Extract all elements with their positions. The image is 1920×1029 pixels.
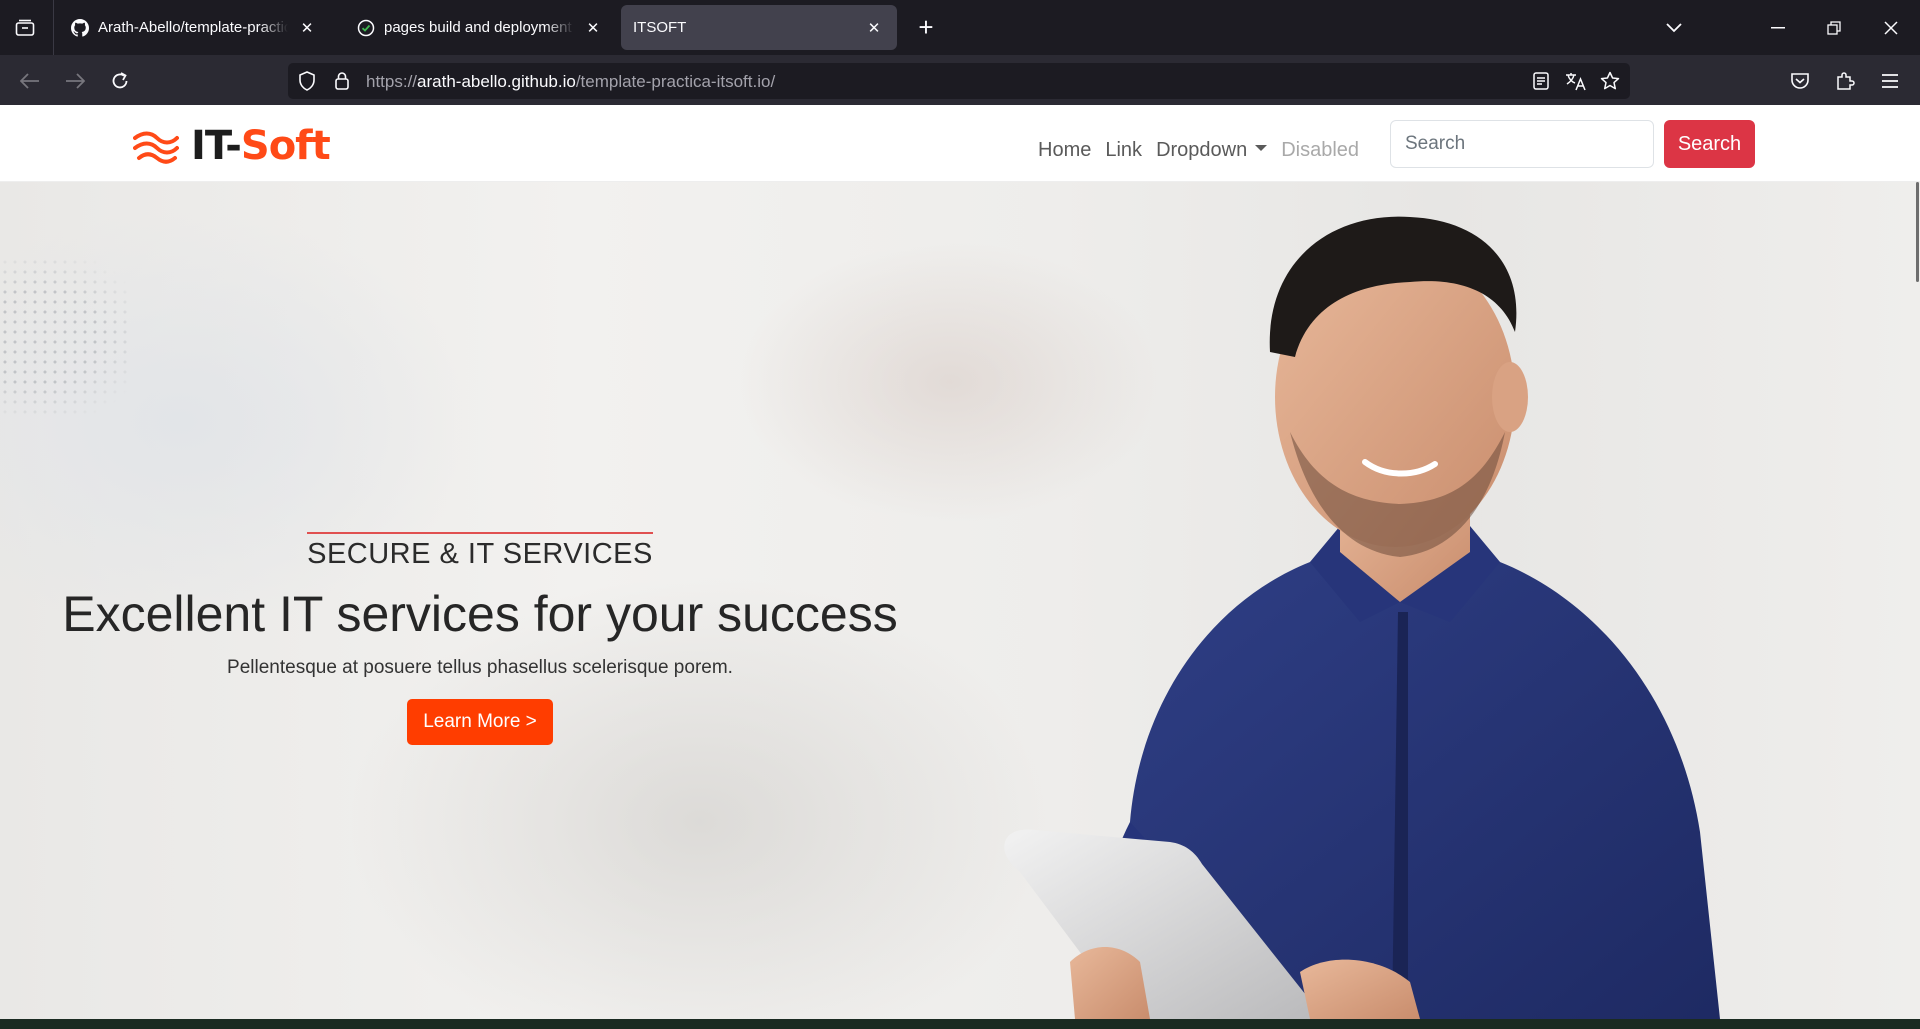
search-input[interactable]	[1390, 120, 1654, 168]
url-path: /template-practica-itsoft.io/	[575, 72, 776, 91]
new-tab-button[interactable]: +	[912, 14, 940, 42]
brand-logo[interactable]: IT-Soft	[133, 123, 331, 169]
nav-dropdown-label: Dropdown	[1156, 138, 1248, 161]
hero-person-image	[1004, 216, 1720, 1019]
caret-down-icon	[1255, 145, 1268, 152]
nav-link-link[interactable]: Link	[1105, 139, 1142, 162]
bottom-strip	[0, 1019, 1920, 1029]
tab-separator	[53, 0, 54, 55]
scrollbar-thumb[interactable]	[1916, 182, 1919, 282]
page-scrollbar[interactable]	[1912, 182, 1920, 1019]
browser-tab-actions[interactable]: pages build and deployment · Arath-Abell…	[344, 5, 616, 50]
extensions-puzzle-icon[interactable]	[1830, 66, 1860, 96]
github-actions-icon	[356, 18, 376, 38]
tab-manager-icon[interactable]	[10, 14, 40, 42]
address-bar[interactable]: https://arath-abello.github.io/template-…	[288, 63, 1630, 99]
url-scheme: https://	[366, 72, 418, 91]
learn-more-button[interactable]: Learn More >	[407, 699, 553, 745]
list-all-tabs-chevron-down-icon[interactable]	[1660, 14, 1688, 42]
minimize-window-button[interactable]	[1764, 14, 1792, 42]
close-icon[interactable]: ✕	[296, 17, 318, 39]
brand-name-part1: IT-	[191, 123, 242, 169]
nav-disabled-link: Disabled	[1281, 138, 1360, 161]
url-text[interactable]: https://arath-abello.github.io/template-…	[366, 72, 775, 92]
search-button[interactable]: Search	[1664, 120, 1755, 168]
shield-icon[interactable]	[296, 70, 318, 92]
pocket-icon[interactable]	[1785, 66, 1815, 96]
tab-label: ITSOFT	[633, 19, 687, 36]
translate-icon[interactable]	[1565, 70, 1587, 92]
close-icon[interactable]: ✕	[863, 17, 885, 39]
web-page: IT-Soft Home Link Dropdown Disabled Sear…	[0, 105, 1920, 1019]
browser-tab-strip: Arath-Abello/template-practica-itsoft.io…	[0, 0, 1920, 55]
star-bookmark-icon[interactable]	[1599, 70, 1621, 92]
browser-tab-itsoft[interactable]: ITSOFT ✕	[621, 5, 897, 50]
hero-copy: SECURE & IT SERVICES Excellent IT servic…	[40, 532, 920, 745]
main-nav: Home Link Dropdown Disabled	[1038, 130, 1373, 170]
url-host: arath-abello.github.io	[417, 72, 576, 91]
reload-icon[interactable]	[105, 66, 135, 96]
tab-label: pages build and deployment · Arath-Abell…	[384, 19, 574, 36]
reader-view-icon[interactable]	[1530, 70, 1552, 92]
tab-label: Arath-Abello/template-practica-itsoft.io	[98, 19, 288, 36]
hero-section: SECURE & IT SERVICES Excellent IT servic…	[0, 182, 1920, 1019]
browser-navigation-bar: https://arath-abello.github.io/template-…	[0, 55, 1920, 105]
decorative-dot-pattern	[0, 257, 130, 417]
brand-name-part2: Soft	[240, 123, 331, 169]
site-header: IT-Soft Home Link Dropdown Disabled Sear…	[0, 105, 1920, 182]
brand-name: IT-Soft	[191, 123, 331, 169]
it-soft-logo-icon	[133, 131, 179, 164]
close-window-button[interactable]	[1877, 14, 1905, 42]
forward-arrow-icon[interactable]	[60, 66, 90, 96]
hero-subtext: Pellentesque at posuere tellus phasellus…	[227, 657, 733, 678]
nav-dropdown-toggle[interactable]: Dropdown	[1156, 138, 1268, 162]
menu-hamburger-icon[interactable]	[1875, 66, 1905, 96]
hero-headline: Excellent IT services for your success	[62, 586, 898, 642]
lock-icon[interactable]	[331, 70, 353, 92]
back-arrow-icon[interactable]	[15, 66, 45, 96]
close-icon[interactable]: ✕	[582, 17, 604, 39]
nav-home-link[interactable]: Home	[1038, 139, 1091, 162]
github-icon	[70, 18, 90, 38]
restore-window-button[interactable]	[1820, 14, 1848, 42]
browser-tab-repo[interactable]: Arath-Abello/template-practica-itsoft.io…	[58, 5, 330, 50]
hero-eyebrow: SECURE & IT SERVICES	[307, 532, 653, 571]
